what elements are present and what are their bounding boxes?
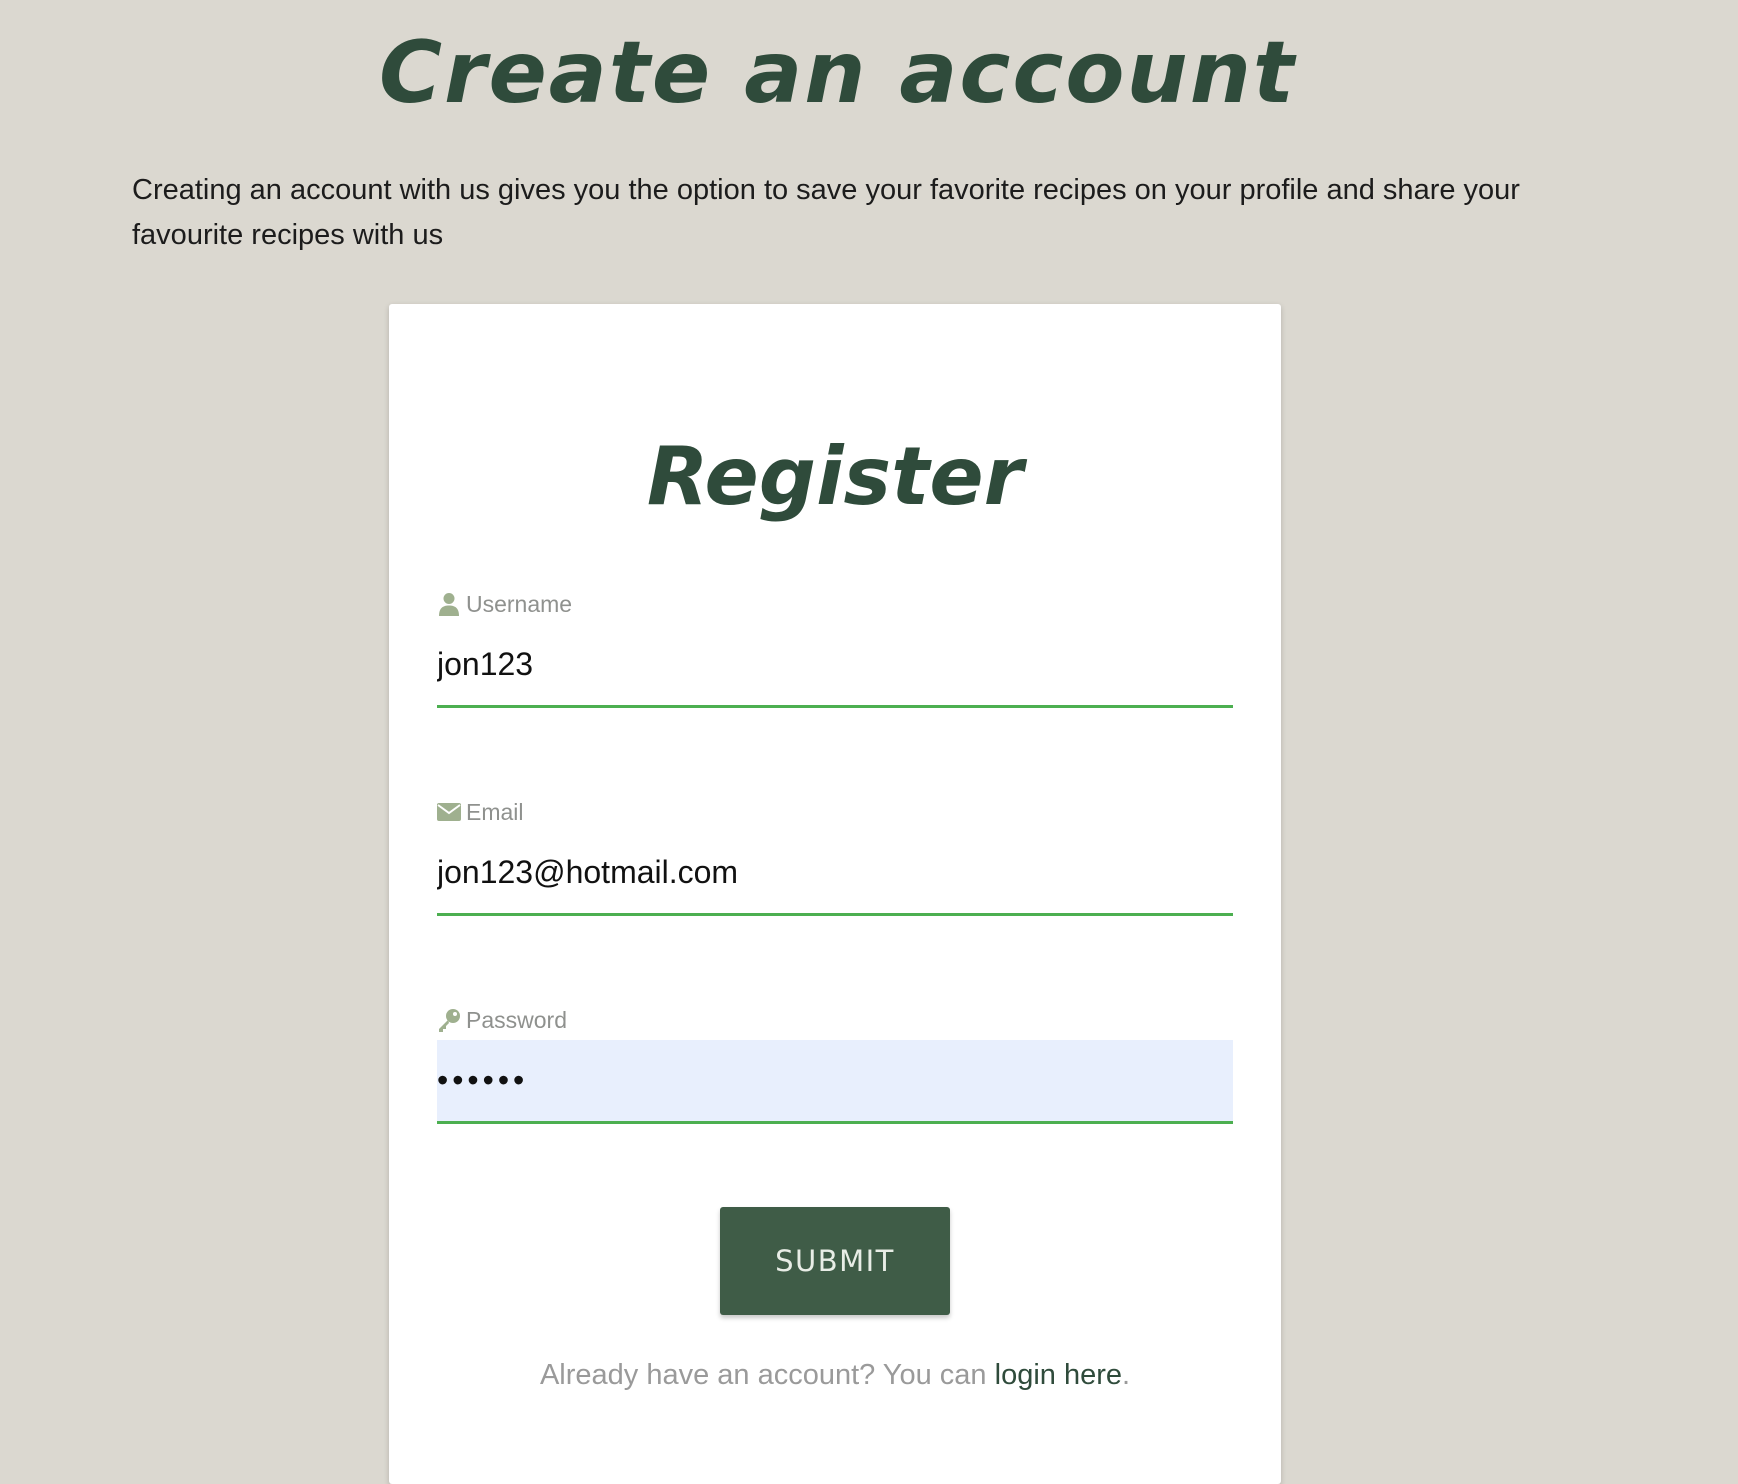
email-label-text: Email (466, 798, 524, 825)
password-input[interactable] (437, 1040, 1233, 1124)
key-icon (437, 1008, 461, 1032)
user-icon (437, 592, 461, 616)
register-title: Register (646, 430, 1024, 523)
submit-button[interactable]: SUBMIT (720, 1207, 950, 1315)
login-prompt-text: Already have an account? You can (539, 1359, 995, 1391)
username-label: Username (437, 588, 572, 620)
password-label-text: Password (466, 1006, 567, 1033)
intro-text: Creating an account with us gives you th… (132, 174, 1520, 251)
envelope-icon (437, 800, 461, 824)
username-input[interactable] (437, 624, 1233, 708)
username-label-text: Username (466, 590, 573, 617)
page-heading: Create an account (378, 23, 1297, 123)
password-label: Password (437, 1004, 567, 1036)
email-label: Email (437, 796, 524, 828)
register-card: Register Username Email (389, 304, 1281, 1484)
login-prompt-suffix: . (1122, 1359, 1131, 1391)
login-link[interactable]: login here (995, 1359, 1122, 1391)
email-input[interactable] (437, 832, 1233, 916)
login-prompt: Already have an account? You can login h… (389, 1359, 1281, 1392)
